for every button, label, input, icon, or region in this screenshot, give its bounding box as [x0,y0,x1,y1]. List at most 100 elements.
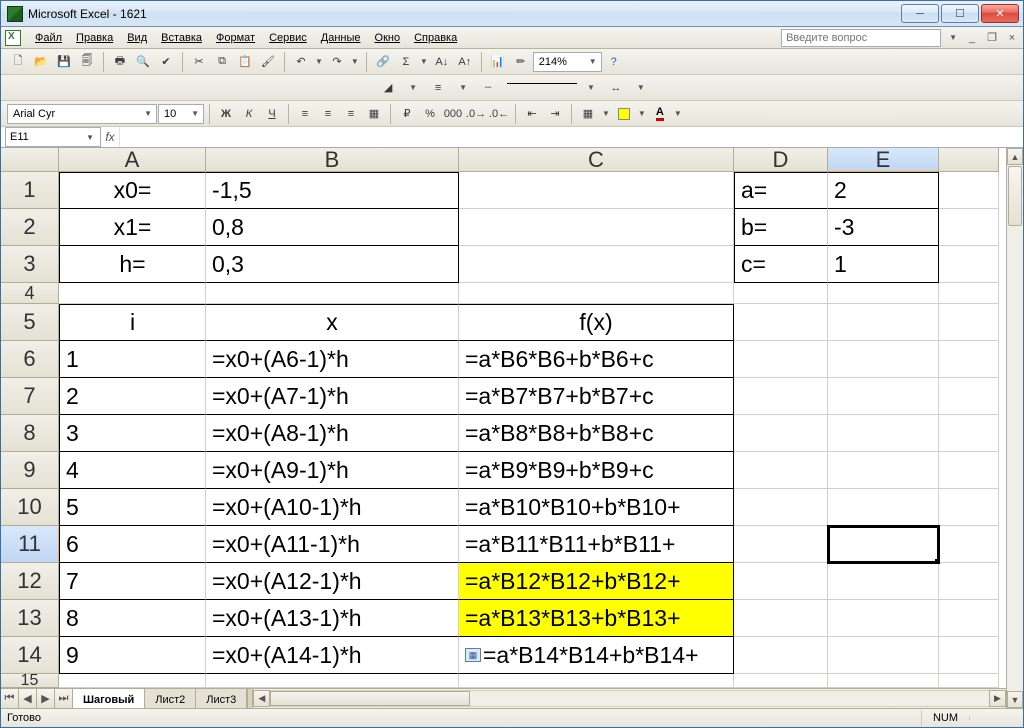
cell-e10[interactable] [828,489,939,526]
row-header-2[interactable]: 2 [1,209,59,246]
cell-f2[interactable] [939,209,999,246]
autosum-dropdown-icon[interactable]: ▼ [418,57,430,66]
mdi-close-button[interactable]: × [1005,31,1019,45]
merge-center-icon[interactable]: ▦ [363,103,385,125]
line-color-icon[interactable]: ◢ [377,77,399,99]
cell-e1[interactable]: 2 [828,172,939,209]
autosum-icon[interactable]: Σ [395,51,417,73]
cell-b15[interactable] [206,674,459,688]
horizontal-scrollbar[interactable]: ◀ ▶ [253,689,1006,708]
cell-a7[interactable]: 2 [59,378,206,415]
underline-button[interactable]: Ч [261,103,283,125]
cell-e12[interactable] [828,563,939,600]
worksheet[interactable]: A B C D E 1 x0= -1,5 a= 2 [1,148,1006,708]
cut-icon[interactable]: ✂ [188,51,210,73]
borders-icon[interactable]: ▦ [577,103,599,125]
cell-a9[interactable]: 4 [59,452,206,489]
mdi-minimize-button[interactable]: _ [965,31,979,45]
sheet-tab-1[interactable]: Шаговый [73,689,145,708]
cell-f12[interactable] [939,563,999,600]
vertical-scrollbar[interactable]: ▲ ▼ [1006,148,1023,708]
name-box[interactable]: E11▼ [5,127,101,147]
cell-a1[interactable]: x0= [59,172,206,209]
cell-f4[interactable] [939,283,999,304]
cell-c1[interactable] [459,172,734,209]
cell-a6[interactable]: 1 [59,341,206,378]
drawing-icon[interactable]: ✏ [510,51,532,73]
cell-d12[interactable] [734,563,828,600]
tab-nav-next-icon[interactable]: ▶ [37,689,55,708]
bold-button[interactable]: Ж [215,103,237,125]
font-name-combo[interactable]: Arial Cyr▼ [7,104,157,124]
help-icon[interactable]: ? [603,51,625,73]
fill-color-dropdown-icon[interactable]: ▼ [636,109,648,118]
new-icon[interactable]: 🗋 [7,51,29,73]
row-header-6[interactable]: 6 [1,341,59,378]
hscroll-left-icon[interactable]: ◀ [253,690,270,707]
menu-insert[interactable]: Вставка [155,29,208,47]
col-header-c[interactable]: C [459,148,734,172]
copy-icon[interactable]: ⧉ [211,51,233,73]
line-color-dropdown-icon[interactable]: ▼ [407,83,419,92]
cell-c3[interactable] [459,246,734,283]
cell-b1[interactable]: -1,5 [206,172,459,209]
cell-f7[interactable] [939,378,999,415]
open-icon[interactable]: 📂 [30,51,52,73]
cell-b7[interactable]: =x0+(A7-1)*h [206,378,459,415]
increase-decimal-icon[interactable]: .0→ [465,103,487,125]
cell-e8[interactable] [828,415,939,452]
increase-indent-icon[interactable]: ⇥ [544,103,566,125]
cell-e7[interactable] [828,378,939,415]
cell-a14[interactable]: 9 [59,637,206,674]
cell-e13[interactable] [828,600,939,637]
cell-c9[interactable]: =a*B9*B9+b*B9+c [459,452,734,489]
comma-icon[interactable]: 000 [442,103,464,125]
col-header-f[interactable] [939,148,999,172]
line-preview-dropdown-icon[interactable]: ▼ [585,83,597,92]
select-all-corner[interactable] [1,148,59,172]
col-header-e[interactable]: E [828,148,939,172]
cell-d6[interactable] [734,341,828,378]
cell-e4[interactable] [828,283,939,304]
cell-d15[interactable] [734,674,828,688]
menu-format[interactable]: Формат [210,29,261,47]
dash-style-icon[interactable]: ┄ [477,77,499,99]
minimize-button[interactable]: ─ [901,4,939,23]
cell-a10[interactable]: 5 [59,489,206,526]
cell-a12[interactable]: 7 [59,563,206,600]
cell-d2[interactable]: b= [734,209,828,246]
cell-c12[interactable]: =a*B12*B12+b*B12+ [459,563,734,600]
workbook-icon[interactable] [5,30,21,46]
col-header-b[interactable]: B [206,148,459,172]
cell-b4[interactable] [206,283,459,304]
cell-f1[interactable] [939,172,999,209]
tab-nav-last-icon[interactable]: ⏭ [55,689,73,708]
cell-c10[interactable]: =a*B10*B10+b*B10+ [459,489,734,526]
tab-nav-prev-icon[interactable]: ◀ [19,689,37,708]
cell-c7[interactable]: =a*B7*B7+b*B7+c [459,378,734,415]
cell-e3[interactable]: 1 [828,246,939,283]
cell-d11[interactable] [734,526,828,563]
cell-f5[interactable] [939,304,999,341]
hyperlink-icon[interactable]: 🔗 [372,51,394,73]
cell-c5[interactable]: f(x) [459,304,734,341]
cell-d8[interactable] [734,415,828,452]
cell-f6[interactable] [939,341,999,378]
align-right-icon[interactable]: ≡ [340,103,362,125]
cell-f13[interactable] [939,600,999,637]
sheet-tab-2[interactable]: Лист2 [145,689,196,708]
row-header-9[interactable]: 9 [1,452,59,489]
row-header-1[interactable]: 1 [1,172,59,209]
cell-f8[interactable] [939,415,999,452]
cell-a4[interactable] [59,283,206,304]
hscroll-track[interactable] [270,690,989,707]
format-painter-icon[interactable]: 🖌 [257,51,279,73]
mdi-restore-button[interactable]: ❐ [985,31,999,45]
cell-a15[interactable] [59,674,206,688]
sort-asc-icon[interactable]: A↓ [431,51,453,73]
menu-view[interactable]: Вид [121,29,153,47]
maximize-button[interactable]: ☐ [941,4,979,23]
cell-f14[interactable] [939,637,999,674]
paste-icon[interactable]: 📋 [234,51,256,73]
hscroll-thumb[interactable] [270,691,470,706]
